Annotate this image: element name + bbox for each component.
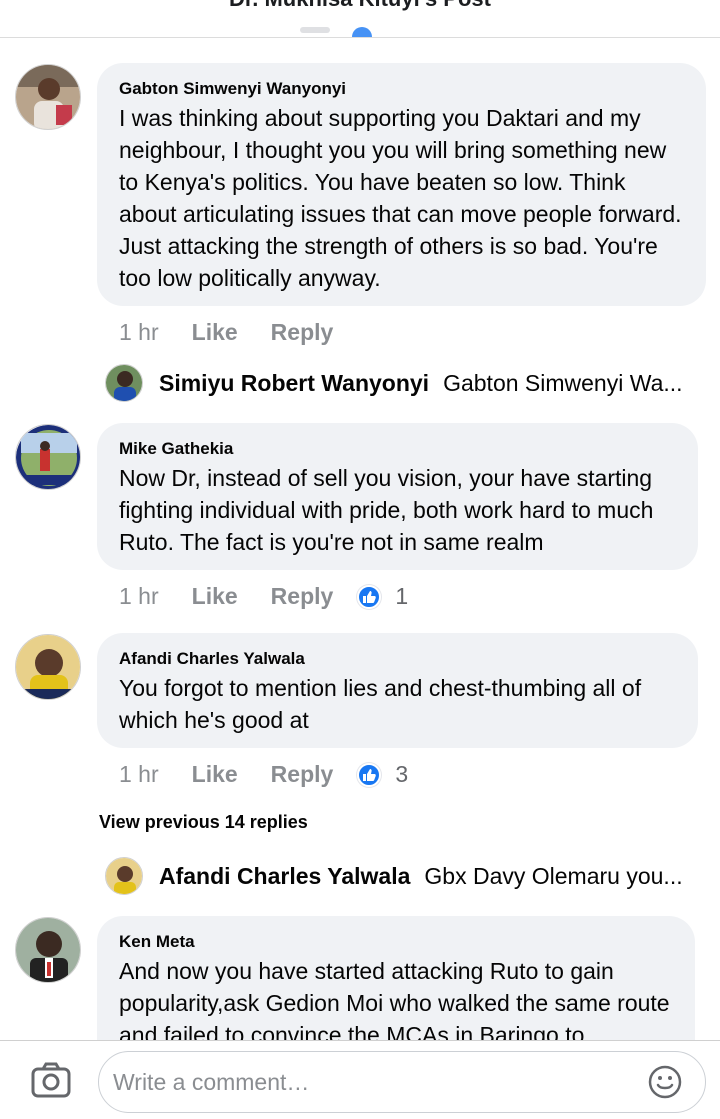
comment-time[interactable]: 1 hr bbox=[119, 319, 159, 346]
reply-button[interactable]: Reply bbox=[271, 761, 334, 788]
comment-actions: 1 hr Like Reply bbox=[119, 319, 333, 346]
reply-button[interactable]: Reply bbox=[271, 583, 334, 610]
reply-author[interactable]: Afandi Charles Yalwala bbox=[159, 863, 410, 890]
comment-bubble[interactable]: Gabton Simwenyi Wanyonyi I was thinking … bbox=[97, 63, 706, 306]
post-title: Dr. Mukhisa Kituyi's Post bbox=[0, 0, 720, 12]
comment-bubble[interactable]: Ken Meta And now you have started attack… bbox=[97, 916, 695, 1040]
reaction-count[interactable]: 1 bbox=[395, 583, 408, 610]
reply-preview[interactable]: Afandi Charles Yalwala Gbx Davy Olemaru … bbox=[105, 856, 705, 896]
comments-feed[interactable]: Gabton Simwenyi Wanyonyi I was thinking … bbox=[0, 38, 720, 1040]
comment-composer: Write a comment… bbox=[0, 1040, 720, 1119]
like-button[interactable]: Like bbox=[192, 761, 238, 788]
avatar[interactable] bbox=[105, 857, 143, 895]
comment-input[interactable]: Write a comment… bbox=[98, 1051, 706, 1113]
emoji-icon[interactable] bbox=[647, 1064, 683, 1100]
post-header: Dr. Mukhisa Kituyi's Post bbox=[0, 0, 720, 38]
comment-actions: 1 hr Like Reply 3 bbox=[119, 761, 408, 788]
reply-preview[interactable]: Simiyu Robert Wanyonyi Gabton Simwenyi W… bbox=[105, 363, 705, 403]
comment-author[interactable]: Mike Gathekia bbox=[119, 439, 676, 459]
comment-input-placeholder: Write a comment… bbox=[113, 1069, 310, 1095]
like-reaction-icon[interactable] bbox=[357, 584, 382, 609]
comment-text: You forgot to mention lies and chest-thu… bbox=[119, 675, 642, 733]
reply-text: Gabton Simwenyi Wa... bbox=[443, 369, 683, 396]
comment-author[interactable]: Afandi Charles Yalwala bbox=[119, 649, 676, 669]
like-button[interactable]: Like bbox=[192, 583, 238, 610]
reply-text: Gbx Davy Olemaru you... bbox=[424, 862, 683, 889]
reply-button[interactable]: Reply bbox=[271, 319, 334, 346]
header-fragment-icon bbox=[352, 27, 372, 37]
reaction-count[interactable]: 3 bbox=[395, 761, 408, 788]
avatar[interactable] bbox=[15, 634, 81, 700]
avatar[interactable] bbox=[15, 424, 81, 490]
avatar[interactable] bbox=[15, 64, 81, 130]
header-fragment bbox=[300, 27, 330, 33]
comment-author[interactable]: Ken Meta bbox=[119, 932, 673, 952]
comment-actions: 1 hr Like Reply 1 bbox=[119, 583, 408, 610]
comment-text: I was thinking about supporting you Dakt… bbox=[119, 105, 682, 291]
comment-text: And now you have started attacking Ruto … bbox=[119, 958, 670, 1040]
reply-author[interactable]: Simiyu Robert Wanyonyi bbox=[159, 370, 429, 397]
like-button[interactable]: Like bbox=[192, 319, 238, 346]
view-previous-replies-link[interactable]: View previous 14 replies bbox=[99, 812, 308, 833]
comment-bubble[interactable]: Afandi Charles Yalwala You forgot to men… bbox=[97, 633, 698, 748]
camera-icon[interactable] bbox=[30, 1061, 72, 1101]
like-reaction-icon[interactable] bbox=[357, 762, 382, 787]
comment-time[interactable]: 1 hr bbox=[119, 761, 159, 788]
comment-author[interactable]: Gabton Simwenyi Wanyonyi bbox=[119, 79, 684, 99]
comment-time[interactable]: 1 hr bbox=[119, 583, 159, 610]
avatar[interactable] bbox=[105, 364, 143, 402]
comment-bubble[interactable]: Mike Gathekia Now Dr, instead of sell yo… bbox=[97, 423, 698, 570]
avatar[interactable] bbox=[15, 917, 81, 983]
comment-text: Now Dr, instead of sell you vision, your… bbox=[119, 465, 654, 555]
